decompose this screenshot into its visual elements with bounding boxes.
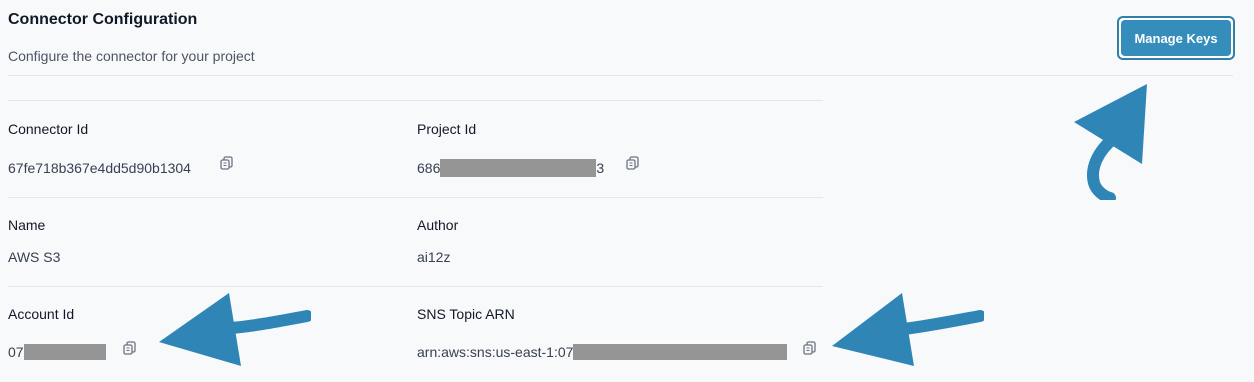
project-id-value: 686 3 (417, 159, 605, 178)
manage-keys-label: Manage Keys (1121, 20, 1231, 56)
page-subtitle: Configure the connector for your project (8, 48, 255, 64)
sns-topic-arn-prefix: arn:aws:sns:us-east-1:07 (417, 344, 574, 360)
copy-icon[interactable] (122, 340, 138, 356)
header: Connector Configuration Configure the co… (0, 0, 1254, 76)
author-label: Author (417, 217, 459, 233)
project-id-prefix: 686 (417, 160, 441, 176)
name-value: AWS S3 (8, 249, 61, 265)
copy-icon[interactable] (802, 340, 818, 356)
project-id-label: Project Id (417, 121, 477, 137)
arrow-icon (159, 293, 311, 366)
middle-divider (8, 197, 823, 198)
author-value: ai12z (417, 249, 451, 265)
project-id-suffix: 3 (596, 160, 605, 176)
name-label: Name (8, 217, 46, 233)
account-id-value: 07 (8, 344, 106, 361)
bottom-divider (8, 286, 823, 287)
copy-icon[interactable] (219, 155, 235, 171)
connector-id-label: Connector Id (8, 121, 89, 137)
page-title: Connector Configuration (8, 11, 198, 28)
account-id-redaction (23, 344, 106, 361)
sns-topic-arn-redaction (573, 344, 788, 361)
arrow-icon (1074, 84, 1147, 200)
top-divider (8, 100, 823, 101)
account-id-prefix: 07 (8, 344, 24, 360)
project-id-redaction (440, 159, 597, 178)
account-id-label: Account Id (8, 306, 75, 322)
header-divider (8, 75, 1233, 76)
sns-topic-arn-value: arn:aws:sns:us-east-1:07 (417, 344, 788, 361)
manage-keys-button[interactable]: Manage Keys (1117, 16, 1235, 60)
connector-id-value: 67fe718b367e4dd5d90b1304 (8, 160, 191, 176)
arrow-icon (832, 293, 984, 366)
sns-topic-arn-label: SNS Topic ARN (417, 306, 515, 322)
copy-icon[interactable] (625, 155, 641, 171)
